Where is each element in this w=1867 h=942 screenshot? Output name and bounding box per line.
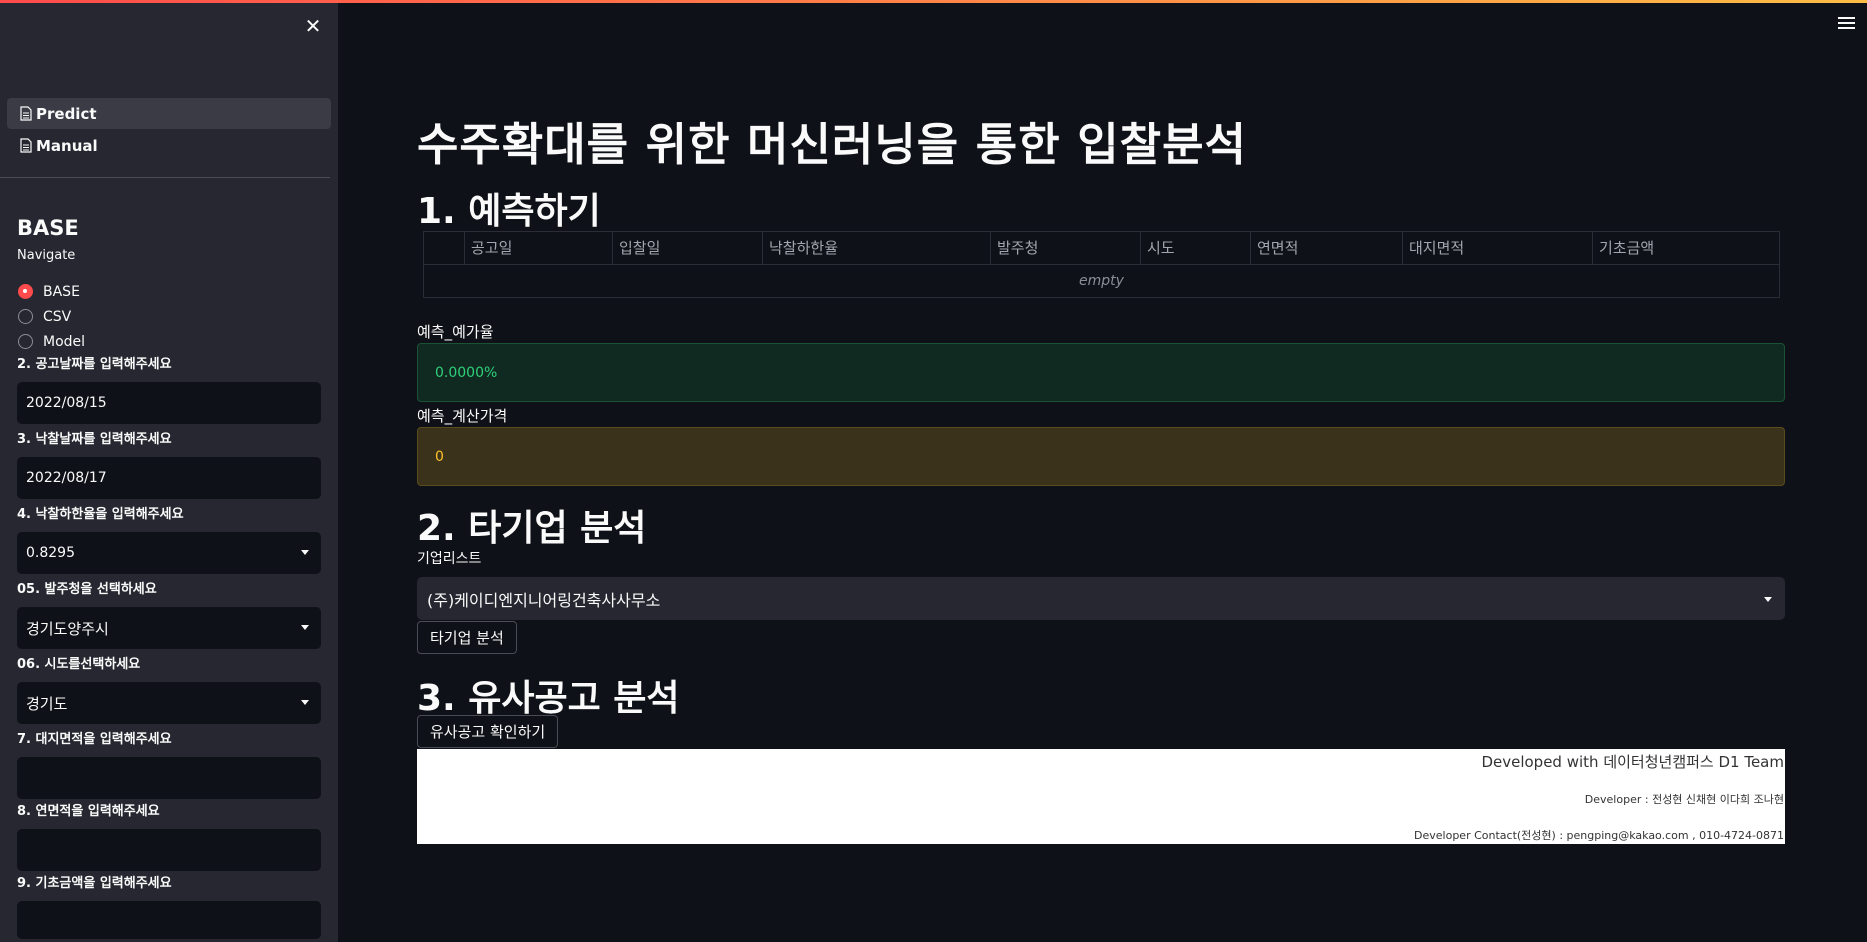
province-select[interactable]: 경기도 bbox=[17, 682, 321, 724]
radio-model[interactable]: Model bbox=[18, 329, 85, 354]
radio-csv[interactable]: CSV bbox=[18, 304, 85, 329]
predicted-price-box: 0 bbox=[417, 427, 1785, 486]
field-value: 경기도양주시 bbox=[26, 619, 109, 638]
column-header[interactable]: 발주청 bbox=[990, 232, 1140, 265]
section-similar-heading: 3. 유사공고 분석 bbox=[417, 678, 680, 719]
announce-date-input[interactable]: 2022/08/15 bbox=[17, 382, 321, 424]
chevron-down-icon bbox=[301, 625, 309, 630]
company-select[interactable]: (주)케이디엔지니어링건축사사무소 bbox=[417, 577, 1785, 620]
radio-base[interactable]: BASE bbox=[18, 279, 85, 304]
table-header: 공고일 입찰일 낙찰하한율 발주청 시도 연면적 대지면적 기초금액 bbox=[424, 232, 1779, 265]
nav-item-label: Manual bbox=[36, 136, 98, 155]
footer-credit: Developed with 데이터청년캠퍼스 D1 Team bbox=[1481, 753, 1784, 771]
page-nav: Predict Manual bbox=[0, 98, 338, 162]
predicted-rate-label: 예측_예가율 bbox=[417, 323, 494, 341]
award-date-label: 3. 낙찰날짜를 입력해주세요 bbox=[17, 432, 172, 447]
field-value: 2022/08/15 bbox=[26, 395, 107, 411]
nav-item-manual[interactable]: Manual bbox=[7, 130, 331, 161]
land-area-label: 7. 대지면적을 입력해주세요 bbox=[17, 732, 172, 747]
column-header[interactable]: 연면적 bbox=[1250, 232, 1402, 265]
province-label: 06. 시도를선택하세요 bbox=[17, 657, 141, 672]
floor-area-label: 8. 연면적을 입력해주세요 bbox=[17, 804, 160, 819]
floor-area-input[interactable] bbox=[17, 829, 321, 871]
announce-date-label: 2. 공고날짜를 입력해주세요 bbox=[17, 357, 172, 372]
document-icon bbox=[20, 138, 32, 153]
base-amount-input[interactable] bbox=[17, 901, 321, 939]
award-date-input[interactable]: 2022/08/17 bbox=[17, 457, 321, 499]
base-amount-label: 9. 기초금액을 입력해주세요 bbox=[17, 876, 172, 891]
section-competitor-heading: 2. 타기업 분석 bbox=[417, 508, 647, 549]
document-icon bbox=[20, 106, 32, 121]
company-select-value: (주)케이디엔지니어링건축사사무소 bbox=[427, 590, 661, 610]
sidebar-title: BASE bbox=[17, 216, 79, 240]
footer-contact: Developer Contact(전성현) : pengping@kakao.… bbox=[1414, 829, 1784, 842]
predicted-price-value: 0 bbox=[435, 448, 444, 465]
company-list-label: 기업리스트 bbox=[417, 551, 482, 567]
section-predict-heading: 1. 예측하기 bbox=[417, 191, 601, 232]
navigate-label: Navigate bbox=[17, 248, 76, 263]
column-header[interactable]: 낙찰하한율 bbox=[762, 232, 990, 265]
footer-developers: Developer : 전성현 신채현 이다희 조나현 bbox=[1584, 793, 1784, 806]
column-header[interactable]: 공고일 bbox=[464, 232, 612, 265]
predicted-rate-value: 0.0000% bbox=[435, 364, 498, 381]
field-value: 2022/08/17 bbox=[26, 470, 107, 486]
similar-notice-button[interactable]: 유사공고 확인하기 bbox=[417, 715, 559, 748]
radio-label: CSV bbox=[43, 308, 72, 325]
radio-unselected-icon bbox=[18, 309, 33, 324]
navigate-radio-group: BASE CSV Model bbox=[18, 279, 85, 354]
radio-unselected-icon bbox=[18, 334, 33, 349]
column-header[interactable]: 입찰일 bbox=[612, 232, 762, 265]
column-header[interactable]: 기초금액 bbox=[1592, 232, 1779, 265]
prediction-table: 공고일 입찰일 낙찰하한율 발주청 시도 연면적 대지면적 기초금액 empty bbox=[423, 231, 1780, 298]
predicted-rate-box: 0.0000% bbox=[417, 343, 1785, 402]
close-sidebar-icon[interactable]: ✕ bbox=[302, 15, 324, 37]
competitor-analysis-button[interactable]: 타기업 분석 bbox=[417, 621, 517, 654]
sidebar-divider bbox=[0, 177, 330, 178]
field-value: 경기도 bbox=[26, 694, 68, 713]
chevron-down-icon bbox=[301, 550, 309, 555]
table-empty-text: empty bbox=[1079, 273, 1124, 289]
radio-selected-icon bbox=[18, 284, 33, 299]
column-header[interactable]: 시도 bbox=[1140, 232, 1250, 265]
column-header[interactable]: 대지면적 bbox=[1402, 232, 1592, 265]
chevron-down-icon bbox=[301, 700, 309, 705]
lower-limit-label: 4. 낙찰하한율을 입력해주세요 bbox=[17, 507, 184, 522]
radio-label: Model bbox=[43, 333, 86, 350]
field-value: 0.8295 bbox=[26, 545, 75, 561]
orderer-select[interactable]: 경기도양주시 bbox=[17, 607, 321, 649]
orderer-label: 05. 발주청을 선택하세요 bbox=[17, 582, 157, 597]
radio-label: BASE bbox=[43, 283, 80, 300]
predicted-price-label: 예측_계산가격 bbox=[417, 407, 508, 425]
sidebar: ✕ Predict Manual BASE Navigate BASE CSV bbox=[0, 3, 338, 942]
page-title: 수주확대를 위한 머신러닝을 통한 입찰분석 bbox=[417, 118, 1247, 171]
nav-item-label: Predict bbox=[36, 104, 97, 123]
lower-limit-select[interactable]: 0.8295 bbox=[17, 532, 321, 574]
chevron-down-icon bbox=[1764, 597, 1772, 602]
hamburger-menu-icon[interactable] bbox=[1838, 17, 1855, 31]
developer-footer: Developed with 데이터청년캠퍼스 D1 Team Develope… bbox=[417, 749, 1785, 844]
nav-item-predict[interactable]: Predict bbox=[7, 98, 331, 129]
land-area-input[interactable] bbox=[17, 757, 321, 799]
